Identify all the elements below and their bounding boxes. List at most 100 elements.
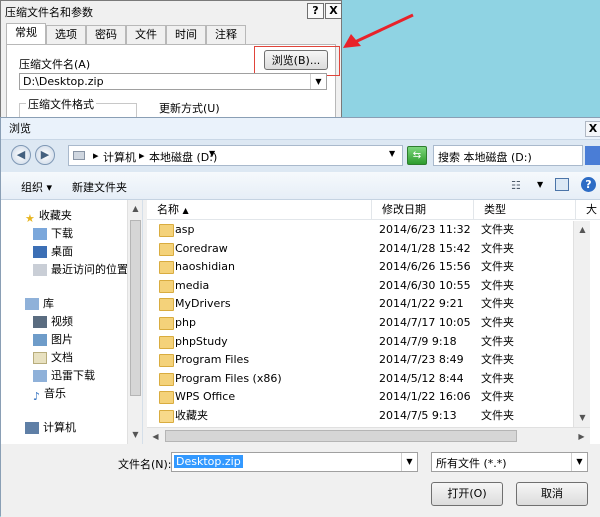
address-history-chevron-icon[interactable]: ▼ [389,149,395,158]
tab-general[interactable]: 常规 [6,23,46,45]
star-icon: ★ [25,212,35,225]
view-chevron-icon[interactable]: ▼ [537,180,543,189]
breadcrumb-drive[interactable]: 本地磁盘 (D:) [149,149,217,165]
folder-icon [159,372,174,386]
table-row[interactable]: MyDrivers 2014/1/22 9:21 文件夹 [147,295,587,313]
breadcrumb-computer[interactable]: 计算机 [103,149,136,165]
nav-desktop[interactable]: 桌面 [33,243,73,261]
file-name: phpStudy [175,334,228,348]
chevron-down-icon[interactable]: ▼ [571,453,587,471]
recent-places-icon [33,264,47,276]
help-icon[interactable]: ? [581,177,596,192]
preview-pane-icon[interactable] [555,178,569,191]
nav-recent-label: 最近访问的位置 [51,263,128,276]
file-name: haoshidian [175,260,235,274]
chevron-down-icon[interactable]: ▼ [401,453,417,471]
file-name: Program Files [175,353,250,367]
forward-arrow-icon[interactable]: ▶ [35,145,55,165]
nav-documents-label: 文档 [51,351,73,364]
refresh-icon[interactable]: ⇆ [407,146,427,165]
column-type[interactable]: 类型 [474,200,576,220]
horizontal-scroll-thumb[interactable] [165,430,517,442]
filename-input[interactable]: Desktop.zip [174,455,243,468]
folder-icon [159,391,174,405]
file-name: Program Files (x86) [175,371,282,385]
scroll-down-icon[interactable]: ▼ [128,426,143,443]
tab-files[interactable]: 文件 [126,25,166,44]
nav-pictures[interactable]: 图片 [33,331,73,349]
table-row[interactable]: haoshidian 2014/6/26 15:56 文件夹 [147,258,587,276]
table-row[interactable]: Program Files 2014/7/23 8:49 文件夹 [147,351,587,369]
tab-options[interactable]: 选项 [46,25,86,44]
red-arrow-annotation [343,13,414,48]
nav-libraries[interactable]: 库 [25,295,54,313]
file-rows: asp 2014/6/23 11:32 文件夹 Coredraw 2014/1/28 1… [147,221,600,423]
table-row[interactable]: WPS Office 2014/1/22 16:06 文件夹 [147,388,587,406]
breadcrumb-sep-2: ▸ [139,149,145,162]
archive-name-label: 压缩文件名(A) [19,58,91,71]
open-button[interactable]: 打开(O) [431,482,503,506]
picture-icon [33,334,47,346]
file-scrollbar[interactable]: ▲ ▼ [573,221,590,427]
filetype-combo[interactable]: 所有文件 (*.*) ▼ [431,452,588,472]
file-name: WPS Office [175,390,236,404]
table-row[interactable]: media 2014/6/30 10:55 文件夹 [147,277,587,295]
table-row[interactable]: phpStudy 2014/7/9 9:18 文件夹 [147,333,587,351]
back-arrow-icon[interactable]: ◀ [11,145,31,165]
horizontal-scrollbar[interactable]: ◀ ▶ [147,427,590,444]
chevron-down-icon[interactable]: ▼ [310,74,326,89]
drive-icon [73,151,85,160]
table-row[interactable]: asp 2014/6/23 11:32 文件夹 [147,221,587,239]
scroll-up-icon[interactable]: ▲ [574,221,591,238]
scroll-right-icon[interactable]: ▶ [573,428,590,445]
view-options-icon[interactable]: ☷ [511,179,521,192]
nav-music[interactable]: ♪ 音乐 [33,385,66,403]
file-list-pane: 名称 ▲ 修改日期 类型 大 asp 2014/6/23 11:32 文件夹 Core… [147,200,600,444]
file-type: 文件夹 [481,316,514,329]
desktop-icon [33,246,47,258]
file-name: Coredraw [175,241,228,255]
tab-time[interactable]: 时间 [166,25,206,44]
new-folder-button[interactable]: 新建文件夹 [72,179,127,195]
general-tab-panel: 压缩文件名(A) 浏览(B)... D:\Desktop.zip ▼ 压缩文件格… [6,44,340,124]
filename-combo[interactable]: Desktop.zip ▼ [171,452,418,472]
column-name[interactable]: 名称 ▲ [147,200,372,220]
table-row[interactable]: Coredraw 2014/1/28 15:42 文件夹 [147,240,587,258]
scroll-down-icon[interactable]: ▼ [574,409,591,426]
column-size[interactable]: 大 [576,200,600,220]
file-date: 2014/7/17 10:05 [379,316,471,329]
nav-desktop-label: 桌面 [51,245,73,258]
table-row[interactable]: Program Files (x86) 2014/5/12 8:44 文件夹 [147,370,587,388]
format-label: 压缩文件格式 [26,96,96,112]
nav-thunder-downloads[interactable]: 迅雷下载 [33,367,95,385]
nav-downloads[interactable]: 下载 [33,225,73,243]
table-row[interactable]: php 2014/7/17 10:05 文件夹 [147,314,587,332]
search-icon[interactable] [585,146,600,165]
breadcrumb-sep-1: ▸ [93,149,99,162]
nav-documents[interactable]: 文档 [33,349,73,367]
address-bar[interactable]: ▸ 计算机 ▸ 本地磁盘 (D:) ▼ ▼ [68,145,403,166]
nav-recent[interactable]: 最近访问的位置 [33,261,128,279]
scroll-up-icon[interactable]: ▲ [128,200,143,217]
breadcrumb-chevron-icon[interactable]: ▼ [209,149,215,158]
search-input[interactable]: 搜索 本地磁盘 (D:) [433,145,583,166]
nav-scrollbar[interactable]: ▲ ▼ [127,200,142,444]
organize-menu[interactable]: 组织 ▾ [21,179,52,195]
file-name: php [175,316,196,329]
tab-password[interactable]: 密码 [86,25,126,44]
tab-comment[interactable]: 注释 [206,25,246,44]
nav-scroll-thumb[interactable] [130,220,141,396]
help-button[interactable]: ? [307,3,324,19]
archive-name-combo[interactable]: D:\Desktop.zip ▼ [19,73,327,90]
browse-button[interactable]: 浏览(B)... [264,50,328,70]
nav-videos[interactable]: 视频 [33,313,73,331]
table-row[interactable]: 收藏夹 2014/7/5 9:13 文件夹 [147,407,587,425]
scroll-left-icon[interactable]: ◀ [147,428,164,445]
column-date[interactable]: 修改日期 [372,200,474,220]
folder-icon [159,279,174,293]
file-date: 2014/1/22 9:21 [379,297,464,311]
cancel-button[interactable]: 取消 [516,482,588,506]
browse-close-button[interactable]: X [585,121,600,137]
nav-favorites[interactable]: ★ 收藏夹 [25,207,72,225]
nav-computer[interactable]: 计算机 [25,419,76,437]
